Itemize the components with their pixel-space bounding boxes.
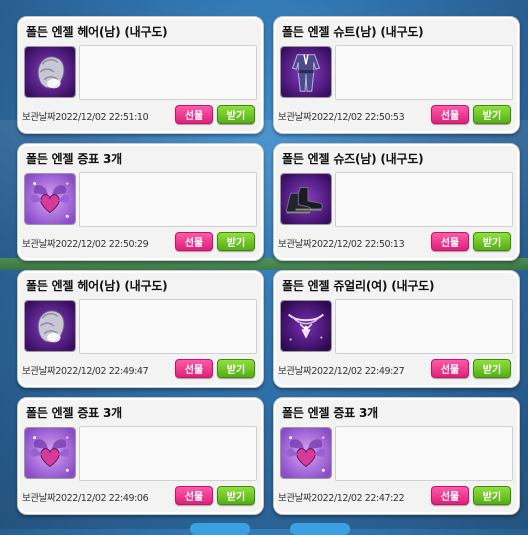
- gift-button[interactable]: 선물: [431, 105, 469, 124]
- receive-button[interactable]: 받기: [217, 105, 255, 124]
- receive-button[interactable]: 받기: [473, 486, 511, 505]
- gift-button[interactable]: 선물: [175, 486, 213, 505]
- gift-button[interactable]: 선물: [431, 359, 469, 378]
- storage-item-card: 폴든 엔젤 증표 3개 보관날짜2022/12/02 22:49:06 선물 받…: [17, 397, 264, 515]
- jewelry-icon: [280, 300, 332, 352]
- receive-button[interactable]: 받기: [217, 232, 255, 251]
- storage-date: 보관날짜2022/12/02 22:50:13: [278, 239, 405, 250]
- token-icon: [24, 173, 76, 225]
- item-title: 폴든 엔젤 증표 3개: [26, 152, 122, 166]
- item-description-box: [79, 299, 257, 354]
- bottom-decoration: [190, 523, 250, 535]
- gift-button[interactable]: 선물: [431, 486, 469, 505]
- item-description-box: [335, 426, 513, 481]
- storage-item-card: 폴든 엔젤 슈트(남) (내구도) 보관날짜2022/12/02 22:50:5…: [273, 16, 520, 134]
- item-description-box: [335, 172, 513, 227]
- storage-item-grid: 폴든 엔젤 헤어(남) (내구도) 보관날짜2022/12/02 22:51:1…: [17, 16, 520, 515]
- item-description-box: [335, 299, 513, 354]
- receive-button[interactable]: 받기: [217, 486, 255, 505]
- token-icon: [280, 427, 332, 479]
- item-description-box: [79, 426, 257, 481]
- storage-date: 보관날짜2022/12/02 22:47:22: [278, 493, 405, 504]
- item-description-box: [335, 45, 513, 100]
- item-description-box: [79, 45, 257, 100]
- hair-icon: [24, 300, 76, 352]
- suit-icon: [280, 46, 332, 98]
- item-title: 폴든 엔젤 쥬얼리(여) (내구도): [282, 279, 435, 293]
- shoes-icon: [280, 173, 332, 225]
- item-title: 폴든 엔젤 헤어(남) (내구도): [26, 25, 168, 39]
- item-description-box: [79, 172, 257, 227]
- storage-item-card: 폴든 엔젤 쥬얼리(여) (내구도) 보관날짜2022/12/02 22:49:…: [273, 270, 520, 388]
- storage-item-card: 폴든 엔젤 증표 3개 보관날짜2022/12/02 22:50:29 선물 받…: [17, 143, 264, 261]
- storage-date: 보관날짜2022/12/02 22:49:06: [22, 493, 149, 504]
- item-title: 폴든 엔젤 증표 3개: [282, 406, 378, 420]
- hair-icon: [24, 46, 76, 98]
- gift-button[interactable]: 선물: [175, 105, 213, 124]
- storage-item-card: 폴든 엔젤 헤어(남) (내구도) 보관날짜2022/12/02 22:49:4…: [17, 270, 264, 388]
- storage-item-card: 폴든 엔젤 헤어(남) (내구도) 보관날짜2022/12/02 22:51:1…: [17, 16, 264, 134]
- item-title: 폴든 엔젤 슈트(남) (내구도): [282, 25, 424, 39]
- receive-button[interactable]: 받기: [473, 232, 511, 251]
- storage-item-card: 폴든 엔젤 증표 3개 보관날짜2022/12/02 22:47:22 선물 받…: [273, 397, 520, 515]
- gift-button[interactable]: 선물: [431, 232, 469, 251]
- item-title: 폴든 엔젤 슈즈(남) (내구도): [282, 152, 424, 166]
- storage-date: 보관날짜2022/12/02 22:49:47: [22, 366, 149, 377]
- item-title: 폴든 엔젤 증표 3개: [26, 406, 122, 420]
- receive-button[interactable]: 받기: [473, 105, 511, 124]
- receive-button[interactable]: 받기: [217, 359, 255, 378]
- gift-button[interactable]: 선물: [175, 232, 213, 251]
- storage-date: 보관날짜2022/12/02 22:51:10: [22, 112, 149, 123]
- storage-item-card: 폴든 엔젤 슈즈(남) (내구도) 보관날짜2022/12/02 22:50:1…: [273, 143, 520, 261]
- storage-date: 보관날짜2022/12/02 22:50:29: [22, 239, 149, 250]
- item-title: 폴든 엔젤 헤어(남) (내구도): [26, 279, 168, 293]
- storage-date: 보관날짜2022/12/02 22:50:53: [278, 112, 405, 123]
- token-icon: [24, 427, 76, 479]
- storage-date: 보관날짜2022/12/02 22:49:27: [278, 366, 405, 377]
- bottom-decoration: [290, 523, 350, 535]
- gift-button[interactable]: 선물: [175, 359, 213, 378]
- receive-button[interactable]: 받기: [473, 359, 511, 378]
